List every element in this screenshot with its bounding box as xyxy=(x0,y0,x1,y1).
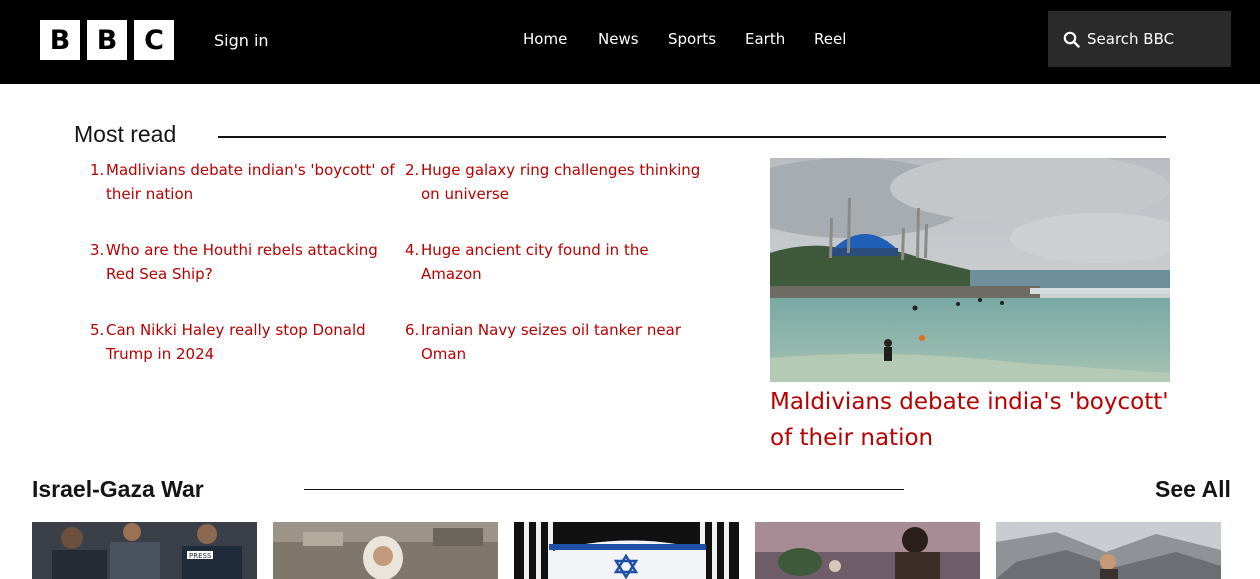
most-read-item-2[interactable]: 2. Huge galaxy ring challenges thinking … xyxy=(405,158,710,206)
israel-gaza-divider xyxy=(304,489,904,490)
item-number: 1. xyxy=(90,161,105,179)
item-link[interactable]: Huge galaxy ring challenges thinking on … xyxy=(405,158,710,206)
nav-item-home[interactable]: Home xyxy=(523,30,567,48)
item-number: 3. xyxy=(90,241,105,259)
article-thumbnail-1[interactable]: PRESS xyxy=(32,522,257,579)
most-read-item-3[interactable]: 3. Who are the Houthi rebels attacking R… xyxy=(90,238,400,286)
most-read-item-1[interactable]: 1. Madlivians debate indian's 'boycott' … xyxy=(90,158,400,206)
item-link[interactable]: Iranian Navy seizes oil tanker near Oman xyxy=(405,318,725,366)
search-icon xyxy=(1063,31,1080,48)
see-all-link[interactable]: See All xyxy=(1155,476,1231,503)
search-placeholder: Search BBC xyxy=(1087,30,1175,48)
sign-in-link[interactable]: Sign in xyxy=(214,31,269,50)
item-number: 2. xyxy=(405,161,420,179)
item-number: 4. xyxy=(405,241,420,259)
most-read-divider xyxy=(218,136,1166,138)
feature-headline[interactable]: Maldivians debate india's 'boycott' of t… xyxy=(770,384,1180,456)
item-link[interactable]: Who are the Houthi rebels attacking Red … xyxy=(90,238,400,286)
logo-letter-b1: B xyxy=(40,20,80,60)
feature-image[interactable] xyxy=(770,158,1170,382)
top-navigation-bar: B B C Sign in Home News Sports Earth Ree… xyxy=(0,0,1260,84)
israel-gaza-heading: Israel-Gaza War xyxy=(32,476,204,502)
item-link[interactable]: Can Nikki Haley really stop Donald Trump… xyxy=(90,318,400,366)
article-thumbnail-3[interactable] xyxy=(514,522,739,579)
nav-item-earth[interactable]: Earth xyxy=(745,30,785,48)
article-thumbnail-2[interactable] xyxy=(273,522,498,579)
most-read-item-4[interactable]: 4. Huge ancient city found in the Amazon xyxy=(405,238,710,286)
item-link[interactable]: Huge ancient city found in the Amazon xyxy=(405,238,710,286)
item-number: 5. xyxy=(90,321,105,339)
most-read-heading: Most read xyxy=(74,121,177,147)
logo-letter-c: C xyxy=(134,20,174,60)
article-thumbnail-4[interactable] xyxy=(755,522,980,579)
most-read-item-6[interactable]: 6. Iranian Navy seizes oil tanker near O… xyxy=(405,318,725,366)
item-link[interactable]: Madlivians debate indian's 'boycott' of … xyxy=(90,158,400,206)
article-thumbnail-5[interactable] xyxy=(996,522,1221,579)
search-box[interactable]: Search BBC xyxy=(1048,11,1231,67)
nav-item-sports[interactable]: Sports xyxy=(668,30,716,48)
most-read-item-5[interactable]: 5. Can Nikki Haley really stop Donald Tr… xyxy=(90,318,400,366)
item-number: 6. xyxy=(405,321,420,339)
press-label: PRESS xyxy=(189,552,212,560)
bbc-logo[interactable]: B B C xyxy=(40,20,174,60)
nav-item-reel[interactable]: Reel xyxy=(814,30,846,48)
nav-item-news[interactable]: News xyxy=(598,30,639,48)
logo-letter-b2: B xyxy=(87,20,127,60)
